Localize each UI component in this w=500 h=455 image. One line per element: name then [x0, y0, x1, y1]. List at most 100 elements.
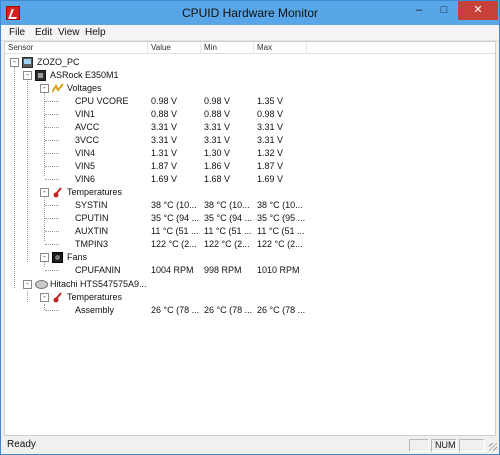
sensor-name: CPUTIN [75, 213, 109, 223]
tree-guide [45, 166, 59, 167]
sensor-name: CPUFANIN [75, 265, 121, 275]
menu-help[interactable]: Help [85, 27, 106, 38]
voltage-icon [52, 84, 64, 93]
sensor-min: 3.31 V [204, 122, 231, 132]
resize-grip[interactable] [489, 443, 497, 451]
tree-label: Temperatures [67, 292, 123, 302]
collapse-expander[interactable]: - [10, 58, 19, 67]
tree-guide [45, 127, 59, 128]
sensor-row-temperature[interactable]: TMPIN3 122 °C (2... 122 °C (2... 122 °C … [5, 238, 495, 251]
status-text: Ready [7, 439, 36, 450]
sensor-max: 35 °C (95 ... [257, 213, 306, 223]
tree-label: ZOZO_PC [37, 57, 80, 67]
column-value[interactable]: Value [148, 42, 201, 54]
column-min[interactable]: Min [201, 42, 254, 54]
sensor-name: AUXTIN [75, 226, 109, 236]
tree-guide [45, 310, 59, 311]
sensor-min: 1.30 V [204, 148, 231, 158]
sensor-value: 11 °C (51 ... [151, 226, 199, 236]
sensor-name: SYSTIN [75, 200, 108, 210]
collapse-expander[interactable]: - [23, 71, 32, 80]
sensor-value: 3.31 V [151, 122, 178, 132]
sensor-row-voltage[interactable]: 3VCC 3.31 V 3.31 V 3.31 V [5, 134, 495, 147]
status-bar: Ready NUM [1, 437, 499, 454]
hardware-monitor-window: CPUID Hardware Monitor – □ ✕ File Edit V… [0, 0, 500, 455]
sensor-row-temperature[interactable]: Assembly 26 °C (78 ... 26 °C (78 ... 26 … [5, 304, 495, 317]
tree-row-pc[interactable]: - ZOZO_PC [5, 56, 495, 69]
column-sensor[interactable]: Sensor [5, 42, 148, 54]
sensor-max: 3.31 V [257, 135, 284, 145]
collapse-expander[interactable]: - [40, 188, 49, 197]
sensor-name: AVCC [75, 122, 100, 132]
sensor-name: TMPIN3 [75, 239, 109, 249]
sensor-tree-view[interactable]: Sensor Value Min Max - ZOZO_PC - ASRock … [4, 41, 496, 436]
sensor-name: Assembly [75, 305, 115, 315]
sensor-value: 35 °C (94 ... [151, 213, 200, 223]
sensor-row-voltage[interactable]: VIN6 1.69 V 1.68 V 1.69 V [5, 173, 495, 186]
sensor-min: 3.31 V [204, 135, 231, 145]
collapse-expander[interactable]: - [23, 280, 32, 289]
num-lock-indicator: NUM [431, 439, 457, 452]
sensor-row-temperature[interactable]: AUXTIN 11 °C (51 ... 11 °C (51 ... 11 °C… [5, 225, 495, 238]
motherboard-icon [35, 70, 46, 81]
menu-bar: File Edit View Help [1, 25, 499, 41]
tree-row-fans-group[interactable]: - Fans [5, 251, 495, 264]
sensor-min: 998 RPM [204, 265, 242, 275]
sensor-max: 3.31 V [257, 122, 284, 132]
sensor-row-temperature[interactable]: SYSTIN 38 °C (10... 38 °C (10... 38 °C (… [5, 199, 495, 212]
collapse-expander[interactable]: - [40, 84, 49, 93]
sensor-min: 1.68 V [204, 174, 231, 184]
sensor-max: 1.32 V [257, 148, 284, 158]
sensor-max: 38 °C (10... [257, 200, 303, 210]
menu-edit[interactable]: Edit [35, 27, 52, 38]
sensor-max: 26 °C (78 ... [257, 305, 306, 315]
sensor-row-voltage[interactable]: CPU VCORE 0.98 V 0.98 V 1.35 V [5, 95, 495, 108]
sensor-name: VIN6 [75, 174, 96, 184]
sensor-value: 0.98 V [151, 96, 178, 106]
tree-guide [45, 153, 59, 154]
menu-view[interactable]: View [58, 27, 80, 38]
tree-label: Hitachi HTS547575A9... [50, 279, 147, 289]
sensor-min: 35 °C (94 ... [204, 213, 253, 223]
title-bar[interactable]: CPUID Hardware Monitor – □ ✕ [1, 1, 499, 25]
tree-row-board[interactable]: - ASRock E350M1 [5, 69, 495, 82]
collapse-expander[interactable]: - [40, 293, 49, 302]
menu-file[interactable]: File [9, 27, 25, 38]
sensor-value: 0.88 V [151, 109, 178, 119]
collapse-expander[interactable]: - [40, 253, 49, 262]
sensor-value: 1.69 V [151, 174, 178, 184]
sensor-row-temperature[interactable]: CPUTIN 35 °C (94 ... 35 °C (94 ... 35 °C… [5, 212, 495, 225]
sensor-row-voltage[interactable]: VIN4 1.31 V 1.30 V 1.32 V [5, 147, 495, 160]
sensor-row-voltage[interactable]: VIN1 0.88 V 0.88 V 0.98 V [5, 108, 495, 121]
hard-drive-icon [35, 280, 48, 289]
tree-guide [45, 231, 59, 232]
sensor-value: 1.87 V [151, 161, 178, 171]
column-header: Sensor Value Min Max [5, 42, 495, 54]
column-max[interactable]: Max [254, 42, 307, 54]
tree-label: ASRock E350M1 [50, 70, 119, 80]
sensor-name: VIN5 [75, 161, 96, 171]
tree-row-voltages-group[interactable]: - Voltages [5, 82, 495, 95]
sensor-row-fan[interactable]: CPUFANIN 1004 RPM 998 RPM 1010 RPM [5, 264, 495, 277]
sensor-max: 1.69 V [257, 174, 284, 184]
minimize-button[interactable]: – [406, 1, 432, 20]
tree-row-temperatures-group[interactable]: - Temperatures [5, 186, 495, 199]
tree-guide [45, 244, 59, 245]
sensor-value: 1.31 V [151, 148, 178, 158]
sensor-max: 1.87 V [257, 161, 284, 171]
pc-icon [22, 57, 33, 68]
thermometer-icon [53, 292, 62, 303]
sensor-min: 11 °C (51 ... [204, 226, 252, 236]
tree-guide [45, 270, 59, 271]
status-panel-empty [409, 439, 429, 452]
tree-row-hdd[interactable]: - Hitachi HTS547575A9... [5, 278, 495, 291]
maximize-button[interactable]: □ [431, 1, 457, 20]
tree-guide [45, 205, 59, 206]
close-button[interactable]: ✕ [458, 1, 498, 20]
tree-row-hdd-temperatures-group[interactable]: - Temperatures [5, 291, 495, 304]
sensor-row-voltage[interactable]: VIN5 1.87 V 1.86 V 1.87 V [5, 160, 495, 173]
sensor-max: 11 °C (51 ... [257, 226, 305, 236]
sensor-row-voltage[interactable]: AVCC 3.31 V 3.31 V 3.31 V [5, 121, 495, 134]
sensor-value: 3.31 V [151, 135, 178, 145]
tree-label: Temperatures [67, 187, 123, 197]
